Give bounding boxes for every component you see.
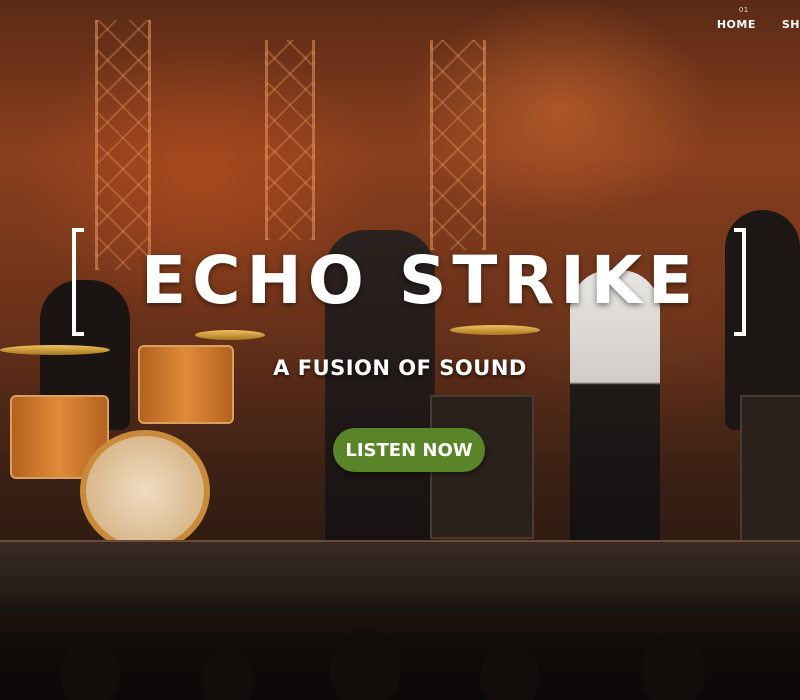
crowd-head xyxy=(330,630,400,700)
nav-item-label: SH xyxy=(781,18,800,31)
hero-tagline: A FUSION OF SOUND xyxy=(273,356,527,380)
band-title: ECHO STRIKE xyxy=(140,242,699,319)
nav-item-number: 01 xyxy=(738,6,749,14)
band-title-frame: ECHO STRIKE xyxy=(70,228,750,336)
nav-item-shows[interactable]: SH xyxy=(782,0,800,31)
right-bracket-icon xyxy=(734,228,746,336)
amp-right xyxy=(740,395,800,549)
stage-truss-center xyxy=(265,40,315,240)
main-nav: 01 HOME SH xyxy=(717,0,800,40)
bass-drum xyxy=(80,430,210,552)
stage-truss-right xyxy=(430,40,486,250)
left-bracket-icon xyxy=(72,228,84,336)
nav-item-home[interactable]: 01 HOME xyxy=(717,0,756,31)
nav-item-label: HOME xyxy=(716,18,756,31)
crowd-head xyxy=(640,635,705,700)
hero-section: 01 HOME SH ECHO STRIKE A FUSION OF SOUND… xyxy=(0,0,800,700)
cymbal-left xyxy=(0,345,110,355)
listen-now-button[interactable]: LISTEN NOW xyxy=(333,428,485,472)
